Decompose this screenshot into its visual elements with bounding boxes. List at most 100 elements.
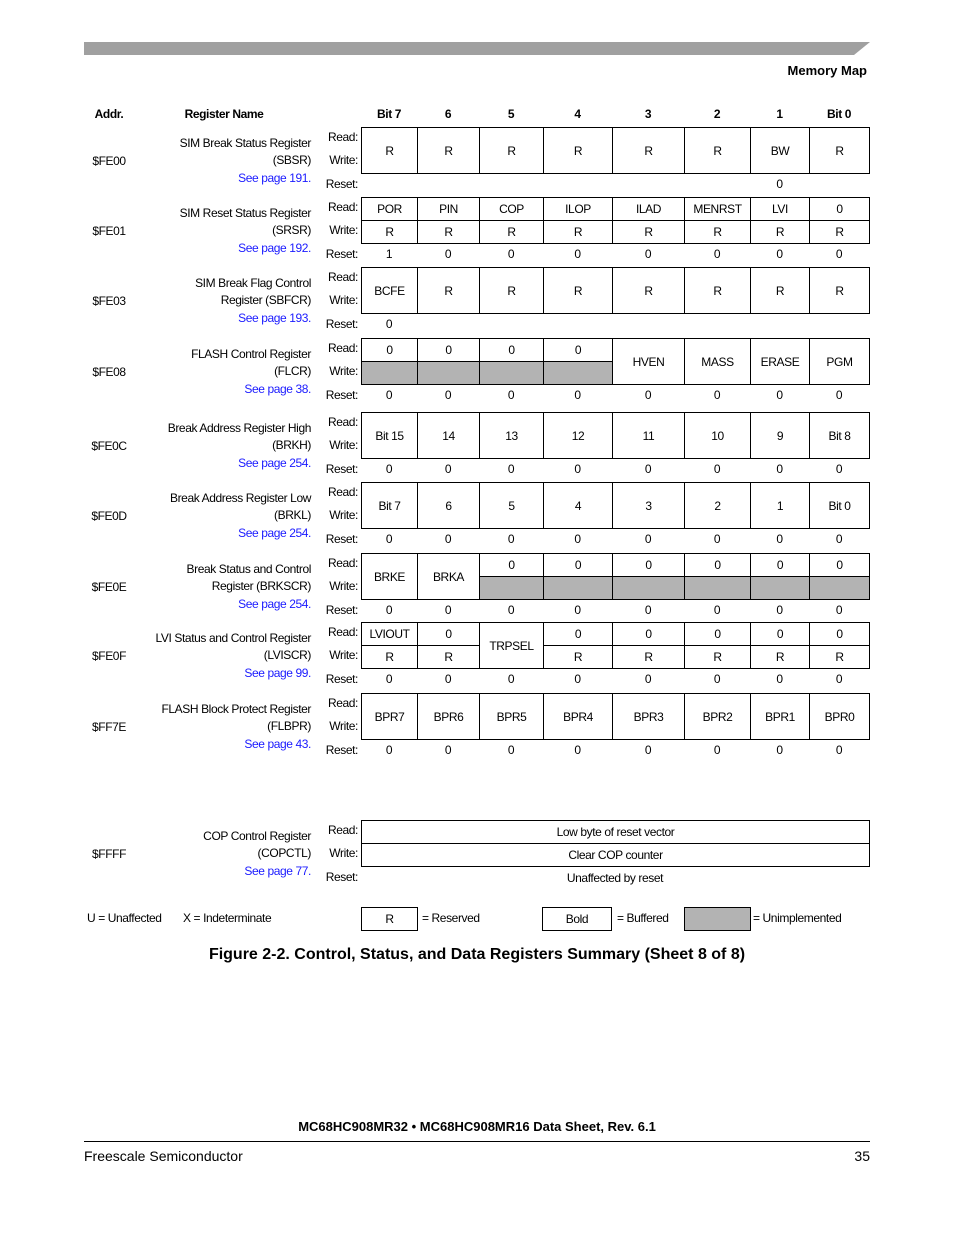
reset-value: 0 (776, 672, 783, 686)
bit-cell: 0 (543, 622, 613, 646)
addr-header: Addr. (94, 107, 124, 121)
bit-cell: R (612, 127, 685, 174)
bit-cell: R (750, 267, 810, 314)
reset-value: 0 (444, 247, 452, 261)
page-link[interactable]: See page 192. (238, 241, 311, 255)
legend-buffered: = Buffered (617, 911, 669, 925)
bit-cell: Bit 15 (361, 412, 418, 459)
write-label: Write: (329, 438, 358, 452)
reset-label: Reset: (325, 177, 359, 191)
bit-cell: R (612, 220, 685, 244)
bit-cell: 0 (750, 553, 810, 577)
bit-header: 2 (713, 107, 721, 121)
unimplemented-cell (479, 576, 544, 600)
register-address: $FE0C (91, 439, 127, 453)
reset-value: 0 (574, 672, 581, 686)
write-label: Write: (329, 719, 358, 733)
bit-cell: R (684, 220, 751, 244)
page-link[interactable]: See page 99. (244, 666, 311, 680)
legend-unimplemented-box (684, 907, 751, 931)
reset-value: 0 (444, 743, 452, 757)
reset-value: 0 (644, 462, 652, 476)
bit-cell: 11 (612, 412, 685, 459)
bit-cell: BRKE (361, 553, 418, 600)
unimplemented-cell (417, 361, 480, 385)
bit-cell: BPR5 (479, 693, 544, 740)
bit-cell: R (750, 645, 810, 669)
bit-cell: 0 (809, 622, 870, 646)
bit-cell: LVIOUT (361, 622, 418, 646)
bit-cell: 0 (417, 622, 480, 646)
reset-value: 0 (385, 532, 393, 546)
read-label: Read: (327, 130, 358, 144)
reset-value: 0 (385, 672, 393, 686)
bit-cell: 3 (612, 482, 685, 529)
page-number: 35 (854, 1148, 870, 1164)
legend-indeterminate: X = Indeterminate (183, 911, 272, 925)
page-link[interactable]: See page 43. (244, 737, 311, 751)
bit-cell: 0 (809, 197, 870, 221)
reset-value: 0 (835, 672, 843, 686)
bit-cell: 12 (543, 412, 613, 459)
figure-caption: Figure 2-2. Control, Status, and Data Re… (208, 946, 746, 963)
register-name: (SBSR) (272, 153, 312, 167)
reset-value: 0 (444, 532, 452, 546)
reset-value: 0 (385, 462, 393, 476)
bit-cell: 14 (417, 412, 480, 459)
bit-cell: 4 (543, 482, 613, 529)
register-address: $FE0D (91, 509, 127, 523)
bit-cell: R (479, 127, 544, 174)
register-address: $FE01 (92, 224, 126, 238)
bit-cell: 0 (361, 338, 418, 362)
reset-label: Reset: (325, 247, 359, 261)
bit-cell: 0 (479, 553, 544, 577)
bit-cell: BPR3 (612, 693, 685, 740)
register-name: Register (BRKSCR) (211, 579, 312, 593)
page-link[interactable]: See page 191. (238, 171, 311, 185)
bit-cell: ERASE (750, 338, 810, 385)
register-name: LVI Status and Control Register (155, 631, 312, 645)
unimplemented-cell (684, 576, 751, 600)
bit-cell: R (543, 267, 613, 314)
reset-value: 0 (776, 177, 783, 191)
bit-header: 4 (574, 107, 581, 121)
legend-reserved-box: R (361, 907, 418, 931)
page-link[interactable]: See page 77. (244, 864, 311, 878)
register-address: $FE08 (92, 365, 126, 379)
page-link[interactable]: See page 254. (238, 456, 311, 470)
page-link[interactable]: See page 38. (244, 382, 311, 396)
reset-value: 0 (507, 743, 515, 757)
bit-cell: MENRST (684, 197, 751, 221)
register-address: $FF7E (91, 720, 127, 734)
page-link[interactable]: See page 193. (238, 311, 311, 325)
read-label: Read: (327, 696, 358, 710)
reset-value: 0 (574, 603, 581, 617)
register-address: $FE00 (92, 154, 126, 168)
register-address: $FE03 (92, 294, 126, 308)
reset-value: 0 (713, 743, 721, 757)
register-name: Break Status and Control (186, 562, 312, 576)
bit-cell: R (809, 220, 870, 244)
bit-cell: 0 (612, 622, 685, 646)
unimplemented-cell (750, 576, 810, 600)
bit-cell: R (417, 645, 480, 669)
bit-cell: 6 (417, 482, 480, 529)
reset-value: Unaffected by reset (566, 871, 664, 885)
register-name: (COPCTL) (257, 846, 312, 860)
reset-value: 0 (507, 462, 515, 476)
bit-cell: R (684, 267, 751, 314)
bit-cell: PIN (417, 197, 480, 221)
page-link[interactable]: See page 254. (238, 597, 311, 611)
reset-label: Reset: (325, 462, 359, 476)
bit-cell: R (543, 127, 613, 174)
section-title: Memory Map (787, 63, 867, 78)
unimplemented-cell (612, 576, 685, 600)
reset-value: 0 (507, 247, 515, 261)
page-link[interactable]: See page 254. (238, 526, 311, 540)
bit-cell: 13 (479, 412, 544, 459)
reset-value: 0 (385, 603, 393, 617)
reset-value: 0 (644, 532, 652, 546)
reset-value: 0 (385, 388, 393, 402)
bit-cell: Clear COP counter (361, 843, 870, 867)
bit-cell: R (809, 267, 870, 314)
